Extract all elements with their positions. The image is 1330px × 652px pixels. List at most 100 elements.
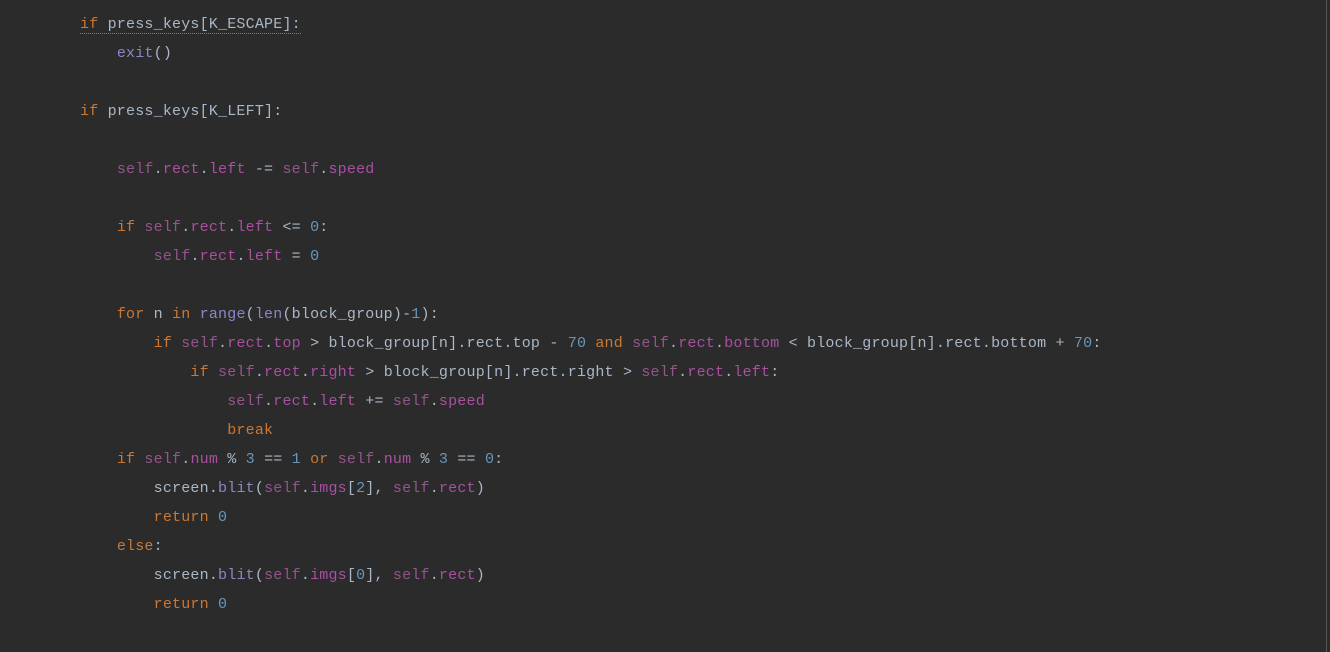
- code-block[interactable]: if press_keys[K_ESCAPE]: exit() if press…: [0, 0, 1326, 619]
- keyword-or: or: [310, 451, 328, 468]
- identifier: block_group: [807, 335, 908, 352]
- identifier: n: [494, 364, 503, 381]
- identifier: block_group: [328, 335, 429, 352]
- attr: right: [310, 364, 356, 381]
- op: >: [623, 364, 632, 381]
- op: -=: [255, 161, 273, 178]
- op: >: [310, 335, 319, 352]
- op: %: [421, 451, 430, 468]
- attr: bottom: [724, 335, 779, 352]
- colon: :: [1092, 335, 1101, 352]
- colon: :: [430, 306, 439, 323]
- dot: .: [430, 393, 439, 410]
- attr: speed: [439, 393, 485, 410]
- identifier: n: [439, 335, 448, 352]
- dot: .: [154, 161, 163, 178]
- bracket: ]: [448, 335, 457, 352]
- attr: rect: [945, 335, 982, 352]
- identifier: block_group: [292, 306, 393, 323]
- number: 0: [485, 451, 494, 468]
- attr: rect: [439, 567, 476, 584]
- bracket: ]: [503, 364, 512, 381]
- paren: ): [393, 306, 402, 323]
- attr: bottom: [991, 335, 1046, 352]
- attr: imgs: [310, 480, 347, 497]
- attr: rect: [200, 248, 237, 265]
- paren: ): [476, 480, 485, 497]
- attr: rect: [678, 335, 715, 352]
- keyword-if: if: [117, 219, 135, 236]
- attr: rect: [467, 335, 504, 352]
- dot: .: [209, 567, 218, 584]
- self: self: [264, 480, 301, 497]
- op: <=: [282, 219, 300, 236]
- function-call: len: [255, 306, 283, 323]
- op: +: [1056, 335, 1065, 352]
- function-call: blit: [218, 480, 255, 497]
- dot: .: [715, 335, 724, 352]
- dot: .: [430, 567, 439, 584]
- identifier: n: [917, 335, 926, 352]
- attr: imgs: [310, 567, 347, 584]
- self: self: [154, 248, 191, 265]
- number: 3: [439, 451, 448, 468]
- dot: .: [200, 161, 209, 178]
- number: 0: [310, 248, 319, 265]
- paren: (: [282, 306, 291, 323]
- number: 0: [310, 219, 319, 236]
- paren: ): [476, 567, 485, 584]
- identifier: press_keys: [108, 16, 200, 33]
- dot: .: [936, 335, 945, 352]
- attr: rect: [522, 364, 559, 381]
- bracket: [: [430, 335, 439, 352]
- number: 70: [1074, 335, 1092, 352]
- op: <: [789, 335, 798, 352]
- attr: rect: [439, 480, 476, 497]
- colon: :: [319, 219, 328, 236]
- dot: .: [190, 248, 199, 265]
- self: self: [144, 219, 181, 236]
- keyword-if: if: [154, 335, 172, 352]
- attr: rect: [264, 364, 301, 381]
- attr: speed: [328, 161, 374, 178]
- op: -: [549, 335, 558, 352]
- identifier: screen: [154, 567, 209, 584]
- self: self: [393, 480, 430, 497]
- op: +=: [365, 393, 383, 410]
- dot: .: [301, 567, 310, 584]
- colon: :: [273, 103, 282, 120]
- keyword-return: return: [154, 509, 209, 526]
- keyword-for: for: [117, 306, 145, 323]
- number: 1: [411, 306, 420, 323]
- self: self: [264, 567, 301, 584]
- function-call: exit: [117, 45, 154, 62]
- colon: :: [770, 364, 779, 381]
- colon: :: [494, 451, 503, 468]
- dot: .: [457, 335, 466, 352]
- bracket: [: [485, 364, 494, 381]
- keyword-if: if: [117, 451, 135, 468]
- attr: top: [513, 335, 541, 352]
- keyword-in: in: [172, 306, 190, 323]
- keyword-if: if: [80, 16, 98, 33]
- number: 70: [568, 335, 586, 352]
- self: self: [218, 364, 255, 381]
- dot: .: [678, 364, 687, 381]
- attr: rect: [163, 161, 200, 178]
- dot: .: [669, 335, 678, 352]
- dot: .: [513, 364, 522, 381]
- attr: rect: [687, 364, 724, 381]
- dot: .: [559, 364, 568, 381]
- identifier: press_keys: [108, 103, 200, 120]
- dot: .: [255, 364, 264, 381]
- number: 0: [356, 567, 365, 584]
- attr: rect: [273, 393, 310, 410]
- attr: left: [733, 364, 770, 381]
- identifier: n: [154, 306, 163, 323]
- colon: :: [154, 538, 163, 555]
- attr: rect: [227, 335, 264, 352]
- self: self: [144, 451, 181, 468]
- paren: (: [246, 306, 255, 323]
- dot: .: [218, 335, 227, 352]
- code-editor[interactable]: if press_keys[K_ESCAPE]: exit() if press…: [0, 0, 1327, 652]
